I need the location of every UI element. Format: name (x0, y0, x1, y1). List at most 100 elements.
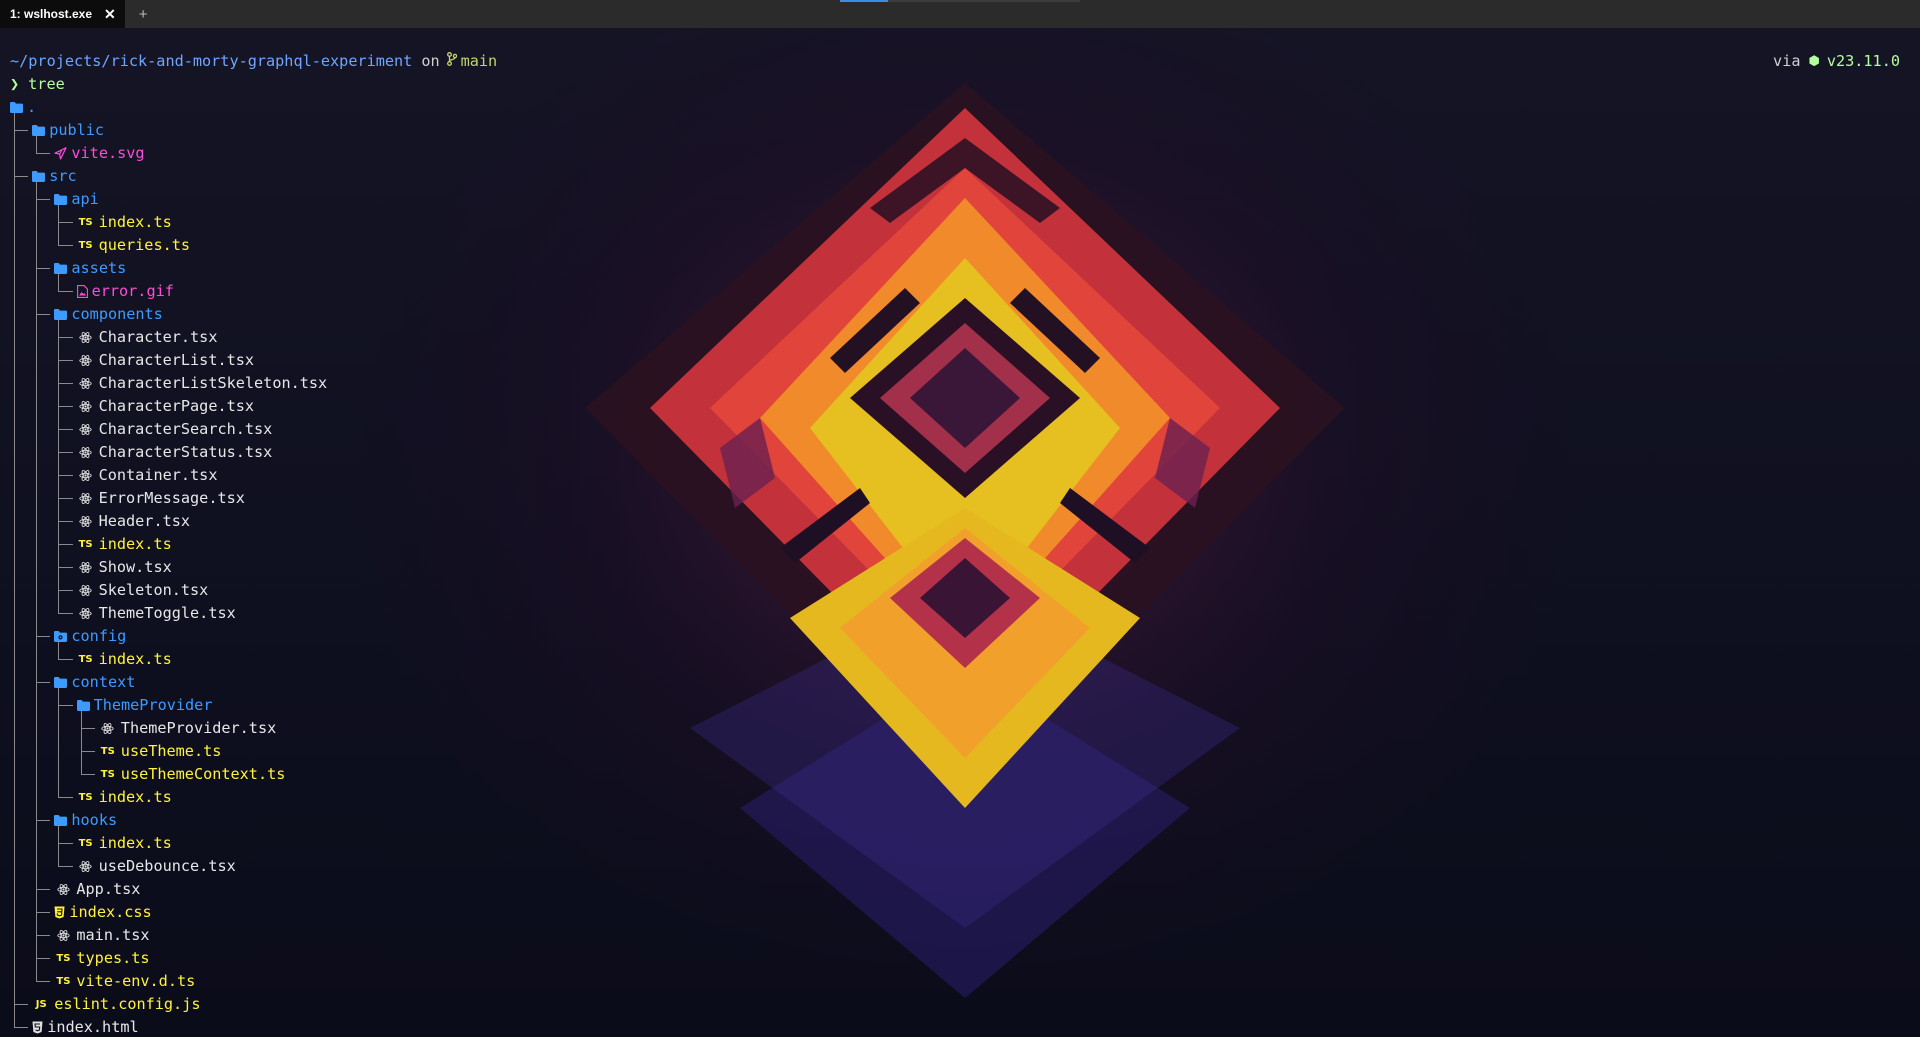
react-icon (77, 423, 95, 436)
tree-file: TS index.ts (77, 211, 172, 234)
tree-entry-name: main.tsx (76, 926, 150, 944)
tree-file: error.gif (76, 280, 174, 303)
react-icon (77, 492, 95, 505)
tree-file: TS types.ts (54, 947, 149, 970)
tree-file: TS useTheme.ts (99, 740, 222, 763)
activity-indicator-fill (840, 0, 888, 2)
tree-connector (14, 1004, 29, 1005)
tree-connector (58, 452, 73, 453)
tree-connector (58, 613, 73, 614)
tree-file: Skeleton.tsx (77, 579, 208, 602)
tree-directory: public (32, 119, 104, 142)
terminal-output: ~/projects/rick-and-morty-graphql-experi… (10, 50, 497, 1037)
tree-directory: context (54, 671, 135, 694)
tree-directory: components (54, 303, 163, 326)
tree-file: TS index.ts (77, 786, 172, 809)
tree-entry-name: CharacterListSkeleton.tsx (98, 374, 328, 392)
tree-entry-name: api (71, 190, 99, 208)
nodejs-icon: ⬢ (1808, 54, 1820, 69)
folder-icon (54, 677, 68, 688)
tree-file: CharacterStatus.tsx (77, 441, 273, 464)
css-icon (54, 906, 65, 919)
tree-file: ThemeProvider.tsx (99, 717, 276, 740)
tree-file: TS index.ts (77, 648, 172, 671)
tree-file: TS queries.ts (77, 234, 190, 257)
tree-connector (36, 314, 51, 315)
tree-output: . public vite.svg src api TS index.ts TS queries… (10, 96, 497, 1037)
tree-guide (80, 711, 82, 775)
react-icon (77, 400, 95, 413)
vite-icon (54, 147, 67, 160)
git-branch-icon (446, 50, 457, 73)
tree-entry-name: context (71, 673, 136, 691)
tree-connector (36, 912, 51, 913)
tree-file: index.html (32, 1016, 139, 1037)
prompt-branch-name: main (460, 52, 498, 70)
tree-connector (58, 337, 73, 338)
tree-connector (36, 958, 51, 959)
tree-entry-name: CharacterStatus.tsx (98, 443, 273, 461)
tree-connector (80, 774, 95, 775)
tree-entry-name: hooks (71, 811, 118, 829)
tree-entry-name: public (49, 121, 105, 139)
tree-connector (58, 498, 73, 499)
tree-entry-name: App.tsx (76, 880, 141, 898)
tree-connector (80, 728, 95, 729)
tree-entry-name: ThemeToggle.tsx (98, 604, 236, 622)
close-tab-icon[interactable]: ✕ (101, 6, 119, 23)
tree-directory: api (54, 188, 99, 211)
tree-file: Header.tsx (77, 510, 190, 533)
tab-wslhost[interactable]: 1: wslhost.exe ✕ (0, 0, 125, 28)
tree-connector (36, 199, 51, 200)
tree-file: CharacterPage.tsx (77, 395, 254, 418)
react-icon (77, 469, 95, 482)
tree-entry-name: ThemeProvider (93, 696, 213, 714)
tree-connector (36, 153, 51, 154)
terminal-pane[interactable]: ~/projects/rick-and-morty-graphql-experi… (0, 28, 1920, 1037)
tree-connector (58, 291, 73, 292)
typescript-icon: TS (78, 539, 93, 550)
tree-directory: src (32, 165, 77, 188)
tab-title: 1: wslhost.exe (10, 7, 93, 21)
react-icon (54, 929, 72, 942)
tree-file: Character.tsx (77, 326, 218, 349)
tree-file: CharacterSearch.tsx (77, 418, 272, 441)
folder-icon (54, 194, 68, 205)
tree-file: TS vite-env.d.ts (54, 970, 195, 993)
tree-connector (36, 636, 51, 637)
tree-entry-name: index.ts (98, 213, 172, 231)
tree-entry-name: Show.tsx (98, 558, 172, 576)
typescript-icon: TS (100, 746, 115, 757)
folder-icon (10, 102, 23, 113)
typescript-icon: TS (78, 792, 93, 803)
tree-entry-name: . (27, 98, 37, 116)
tree-directory: ThemeProvider (76, 694, 213, 717)
tree-connector (36, 889, 51, 890)
node-version: v23.11.0 (1826, 52, 1900, 70)
tree-connector (58, 544, 73, 545)
tree-entry-name: types.ts (76, 949, 150, 967)
typescript-icon: TS (56, 976, 71, 987)
activity-indicator (840, 0, 1080, 2)
typescript-icon: TS (78, 654, 93, 665)
tree-guide (58, 826, 60, 867)
tree-entry-name: CharacterList.tsx (98, 351, 255, 369)
new-tab-button[interactable]: + (129, 0, 158, 28)
tree-entry-name: Header.tsx (98, 512, 191, 530)
tree-entry-name: src (49, 167, 77, 185)
tree-connector (58, 705, 73, 706)
tree-file: CharacterList.tsx (77, 349, 254, 372)
folder-icon (76, 700, 90, 711)
runtime-indicator: via ⬢ v23.11.0 (1773, 50, 1900, 73)
command-text: tree (28, 75, 65, 93)
tree-connector (58, 843, 73, 844)
react-icon (77, 446, 95, 459)
react-icon (77, 515, 95, 528)
tree-file: Show.tsx (77, 556, 172, 579)
javascript-icon: JS (35, 999, 47, 1010)
tree-connector (58, 590, 73, 591)
tree-entry-name: ErrorMessage.tsx (98, 489, 245, 507)
tree-file: TS useThemeContext.ts (99, 763, 286, 786)
tree-entry-name: Character.tsx (98, 328, 218, 346)
tree-entry-name: useThemeContext.ts (120, 765, 286, 783)
